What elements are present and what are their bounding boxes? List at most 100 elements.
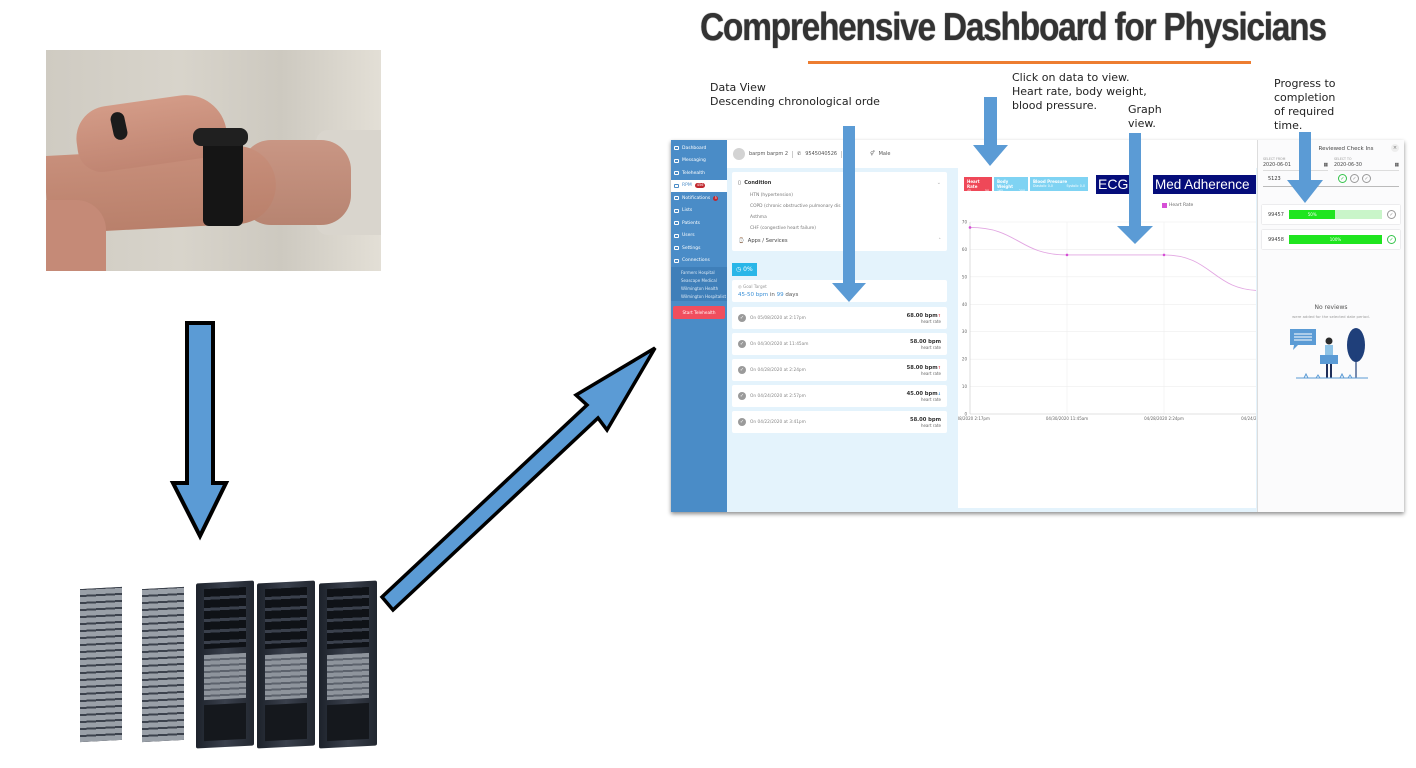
device-icon — [674, 183, 679, 188]
condition-header[interactable]: ▯ Condition ⌄ — [738, 176, 941, 190]
connections-icon — [674, 258, 679, 263]
reading-date: On 04/24/2020 at 2:57pm — [750, 393, 806, 399]
sidebar-item-rpm[interactable]: RPM 456 — [671, 179, 727, 192]
server-rack — [319, 580, 378, 749]
patient-phone: 9545040526 — [805, 151, 838, 157]
checkin-row[interactable]: 99457 50% ✓ — [1262, 205, 1400, 224]
reading-value: 58.00 bpm — [909, 416, 941, 423]
check-badge-icon: ✓ — [738, 340, 746, 348]
sidebar-item-label: Users — [682, 233, 695, 239]
condition-card: ▯ Condition ⌄ HTN (hypertension) COPD (ch… — [732, 172, 947, 251]
reading-date: On 05/08/2020 at 2:17pm — [750, 315, 806, 321]
reading-date: On 04/28/2020 at 2:24pm — [750, 367, 806, 373]
goal-card: ◎ Goal Target ently 45-50 bpm in 99 days — [732, 280, 947, 302]
sidebar-item-patients[interactable]: Patients — [671, 217, 727, 230]
metric-tab-heart-rate[interactable]: Heart Rate 45 50 — [964, 177, 992, 193]
med-adherence-tab[interactable]: Med Adherence — [1153, 175, 1256, 194]
sidebar-item-dashboard[interactable]: Dashboard — [671, 142, 727, 155]
reading-row[interactable]: ✓ On 04/28/2020 at 2:24pm 58.00 bpm↑ heart … — [732, 359, 947, 381]
ecg-tab[interactable]: ECG — [1096, 175, 1131, 194]
checkin-row[interactable]: 99458 100% ✓ — [1262, 230, 1400, 249]
metric-tab-range: 165 200 — [997, 189, 1025, 193]
from-date-input[interactable]: 2020-06-01 ▦ — [1263, 161, 1328, 171]
metric-tab-body-weight[interactable]: Body Weight 165 200 — [994, 177, 1028, 193]
chevron-up-icon[interactable]: ˄ — [938, 238, 941, 244]
reading-row[interactable]: ✓ On 04/30/2020 at 11:45am 58.00 bpm heart … — [732, 333, 947, 355]
server-rack — [72, 580, 130, 749]
sidebar-item-lists[interactable]: Lists — [671, 205, 727, 218]
trend-up-icon: ↑ — [937, 312, 941, 318]
arrow-diagonal-icon — [379, 346, 657, 613]
y-tick-label: 20 — [962, 357, 968, 362]
metric-tab-range: Diastolic 0-0 Systolic 0-0 — [1033, 184, 1085, 188]
y-tick-label: 50 — [962, 274, 968, 279]
connection-item[interactable]: Wilmington Hospitalist — [671, 292, 727, 300]
metric-tab-blood-pressure[interactable]: Blood Pressure Diastolic 0-0 Systolic 0-0 — [1030, 177, 1088, 191]
to-date-input[interactable]: 2020-06-30 ▦ — [1334, 161, 1399, 171]
connection-item[interactable]: Farmers Hospital — [671, 268, 727, 276]
close-icon[interactable]: × — [1391, 144, 1399, 152]
connection-item[interactable]: Wilmington Health — [671, 284, 727, 292]
start-telehealth-button[interactable]: Start Telehealth — [673, 306, 725, 319]
apps-services-header[interactable]: ⌚ Apps / Services ˄ — [738, 234, 941, 247]
reading-date: On 04/30/2020 at 11:45am — [750, 341, 809, 347]
sidebar-item-messaging[interactable]: Messaging — [671, 155, 727, 168]
sidebar-item-label: Patients — [682, 220, 701, 226]
cpt-search-input[interactable]: 5123 ✓ ✓ ✓ — [1263, 171, 1399, 187]
count-badge: 5 — [713, 195, 719, 201]
connection-item[interactable]: Seascape Medical — [671, 276, 727, 284]
completion-value: 0% — [743, 266, 753, 273]
metric-tabs: Heart Rate 45 50 Body Weight 165 200 Blood Pre… — [964, 177, 1088, 193]
sidebar-item-users[interactable]: Users — [671, 230, 727, 243]
count-badge: 456 — [694, 183, 706, 189]
sidebar-item-label: Messaging — [682, 158, 706, 164]
filter-check-icon[interactable]: ✓ — [1350, 174, 1359, 183]
watch-icon: ⌚ — [738, 238, 745, 244]
complete-check-icon[interactable]: ✓ — [1387, 210, 1396, 219]
empty-title: No reviews — [1314, 304, 1348, 311]
sidebar: Dashboard Messaging Telehealth RPM 456 Notifi… — [671, 140, 727, 512]
check-circle-icon: ◷ — [736, 266, 742, 273]
smartwatch — [203, 136, 243, 226]
reading-right: 68.00 bpm↑ heart rate — [907, 313, 941, 324]
reading-value: 58.00 bpm — [909, 338, 941, 345]
empty-illustration — [1290, 328, 1368, 379]
cpt-code: 99458 — [1268, 236, 1284, 243]
from-date-value: 2020-06-01 — [1263, 163, 1291, 168]
goal-in: in — [769, 292, 775, 298]
server-rack — [257, 580, 316, 749]
range-min: 45 — [967, 189, 972, 193]
arrow-down-icon — [169, 321, 230, 541]
reading-date: On 04/22/2020 at 3:41pm — [750, 419, 806, 425]
reading-row[interactable]: ✓ On 04/22/2020 at 3:41pm 58.00 bpm heart r… — [732, 411, 947, 433]
reading-row[interactable]: ✓ On 04/24/2020 at 2:57pm 45.00 bpm↓ heart … — [732, 385, 947, 407]
note-data-view: Data View Descending chronological orde — [710, 81, 880, 108]
video-icon — [674, 171, 679, 176]
reading-right: 58.00 bpm↑ heart rate — [907, 365, 941, 376]
x-tick-label: 05/08/2020 2:17pm — [958, 416, 990, 421]
reading-right: 58.00 bpm heart rate — [910, 339, 941, 350]
slide: Comprehensive Dashboard for Physicians D… — [0, 0, 1416, 768]
filter-check-icon[interactable]: ✓ — [1362, 174, 1371, 183]
cpt-code: 99457 — [1268, 211, 1284, 218]
users-icon — [674, 233, 679, 238]
complete-check-icon[interactable]: ✓ — [1387, 235, 1396, 244]
reading-right: 58.00 bpm heart rate — [910, 417, 941, 428]
sidebar-item-telehealth[interactable]: Telehealth — [671, 167, 727, 180]
check-badge-icon: ✓ — [738, 366, 746, 374]
trend-down-icon: ↓ — [937, 390, 941, 396]
phone-icon: ✆ — [797, 151, 802, 157]
sidebar-item-connections[interactable]: Connections — [671, 255, 727, 268]
list-icon — [674, 208, 679, 213]
y-tick-label: 30 — [962, 329, 968, 334]
filter-check-icon[interactable]: ✓ — [1338, 174, 1347, 183]
chevron-down-icon[interactable]: ⌄ — [937, 180, 941, 186]
sidebar-item-label: Connections — [682, 258, 710, 264]
y-tick-label: 40 — [962, 302, 968, 307]
apps-services-title: Apps / Services — [747, 238, 788, 244]
x-tick-label: 04/30/2020 11:45am — [1046, 416, 1088, 421]
sidebar-item-settings[interactable]: Settings — [671, 242, 727, 255]
goal-value: 45-50 bpm in 99 days — [738, 292, 941, 298]
reading-row[interactable]: ✓ On 05/08/2020 at 2:17pm 68.00 bpm↑ heart … — [732, 307, 947, 329]
sidebar-item-notifications[interactable]: Notifications 5 — [671, 192, 727, 205]
